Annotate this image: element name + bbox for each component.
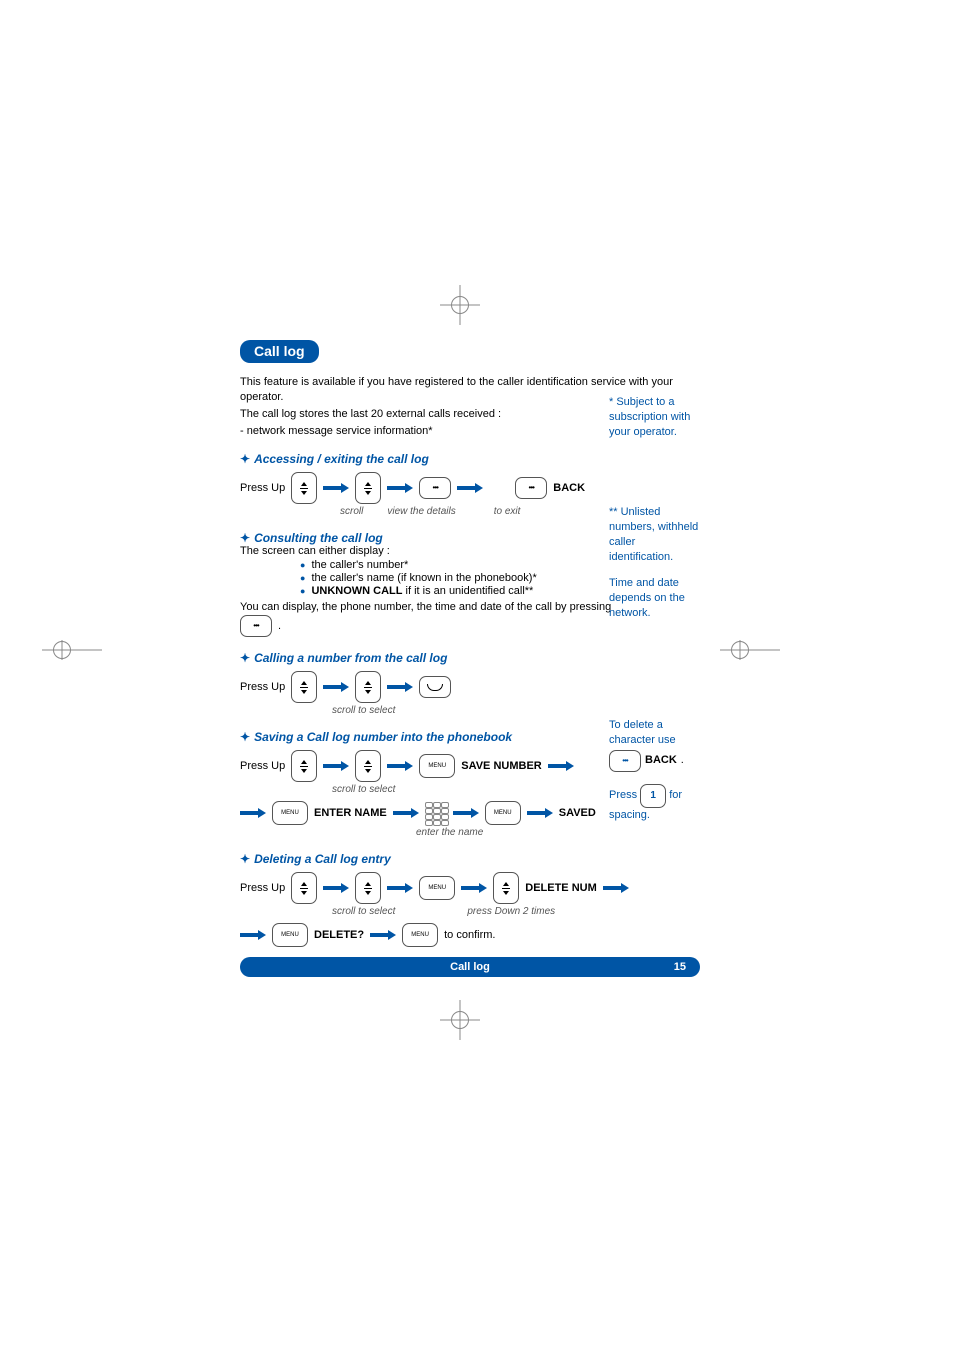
caption: scroll to select	[332, 784, 395, 795]
arrow-right-icon	[387, 883, 413, 893]
caption: to exit	[494, 506, 521, 517]
press-up-label: Press Up	[240, 882, 285, 894]
arrow-right-icon	[387, 682, 413, 692]
arrow-right-icon	[461, 883, 487, 893]
arrow-right-icon	[240, 930, 266, 940]
save-number-label: SAVE NUMBER	[461, 760, 541, 772]
caption: scroll to select	[332, 906, 395, 917]
arrow-right-icon	[603, 883, 629, 893]
section-heading: ✦Deleting a Call log entry	[240, 852, 700, 866]
arrow-right-icon	[240, 808, 266, 818]
softkey-button-icon	[609, 750, 641, 772]
keypad-icon	[425, 802, 447, 824]
side-note: * Subject to a subscription with your op…	[609, 395, 701, 440]
page-footer: Call log 15	[240, 957, 700, 977]
saved-label: SAVED	[559, 807, 596, 819]
arrow-right-icon	[323, 883, 349, 893]
side-note: ** Unlisted numbers, withheld caller ide…	[609, 505, 701, 564]
section-heading: ✦Accessing / exiting the call log	[240, 452, 700, 466]
nav-button-icon	[355, 750, 381, 782]
nav-button-icon	[291, 671, 317, 703]
caption: scroll	[340, 506, 363, 517]
enter-name-label: ENTER NAME	[314, 807, 387, 819]
nav-button-icon	[355, 671, 381, 703]
sidebar-notes: To delete a character use BACK. Press 1 …	[609, 718, 701, 835]
arrow-right-icon	[323, 483, 349, 493]
nav-button-icon	[291, 872, 317, 904]
arrow-right-icon	[323, 682, 349, 692]
section-calling: ✦Calling a number from the call log Pres…	[240, 651, 700, 716]
softkey-button-icon	[240, 615, 272, 637]
arrow-right-icon	[453, 808, 479, 818]
arrow-right-icon	[527, 808, 553, 818]
crop-mark-icon	[440, 1000, 480, 1040]
press-up-label: Press Up	[240, 760, 285, 772]
arrow-right-icon	[393, 808, 419, 818]
page: Call log This feature is available if yo…	[0, 0, 954, 1351]
sidebar-notes: ** Unlisted numbers, withheld caller ide…	[609, 505, 701, 633]
menu-button-icon: MENU	[402, 923, 438, 947]
call-button-icon	[419, 676, 451, 698]
crop-mark-icon	[42, 630, 82, 670]
softkey-button-icon	[515, 477, 547, 499]
menu-button-icon: MENU	[419, 754, 455, 778]
caption: press Down 2 times	[467, 906, 555, 917]
menu-button-icon: MENU	[272, 923, 308, 947]
caption: enter the name	[416, 827, 483, 838]
section-deleting: ✦Deleting a Call log entry Press Up MENU…	[240, 852, 700, 947]
side-note: To delete a character use BACK.	[609, 718, 701, 772]
nav-button-icon	[291, 472, 317, 504]
nav-button-icon	[355, 472, 381, 504]
confirm-label: to confirm.	[444, 929, 495, 941]
press-up-label: Press Up	[240, 482, 285, 494]
back-label: BACK	[553, 482, 585, 494]
nav-button-icon	[355, 872, 381, 904]
arrow-right-icon	[323, 761, 349, 771]
arrow-right-icon	[548, 761, 574, 771]
arrow-right-icon	[387, 761, 413, 771]
arrow-right-icon	[370, 930, 396, 940]
delete-question-label: DELETE?	[314, 929, 364, 941]
press-up-label: Press Up	[240, 681, 285, 693]
page-number: 15	[674, 961, 686, 973]
crop-mark-icon	[440, 285, 480, 325]
key-1-icon: 1	[640, 784, 666, 808]
arrow-right-icon	[387, 483, 413, 493]
softkey-button-icon	[419, 477, 451, 499]
caption: view the details	[387, 506, 455, 517]
nav-button-icon	[291, 750, 317, 782]
menu-button-icon: MENU	[272, 801, 308, 825]
crop-mark-icon	[720, 630, 760, 670]
menu-button-icon: MENU	[419, 876, 455, 900]
delete-num-label: DELETE NUM	[525, 882, 597, 894]
menu-button-icon: MENU	[485, 801, 521, 825]
arrow-right-icon	[457, 483, 483, 493]
footer-label: Call log	[450, 961, 490, 973]
back-label: BACK	[645, 753, 677, 768]
period: .	[278, 620, 281, 632]
nav-button-icon	[493, 872, 519, 904]
caption: scroll to select	[332, 705, 395, 716]
sidebar-notes: * Subject to a subscription with your op…	[609, 395, 701, 452]
section-heading: ✦Calling a number from the call log	[240, 651, 700, 665]
side-note: Time and date depends on the network.	[609, 576, 701, 621]
section-title-badge: Call log	[240, 340, 319, 363]
side-note: Press 1 for spacing.	[609, 784, 701, 823]
